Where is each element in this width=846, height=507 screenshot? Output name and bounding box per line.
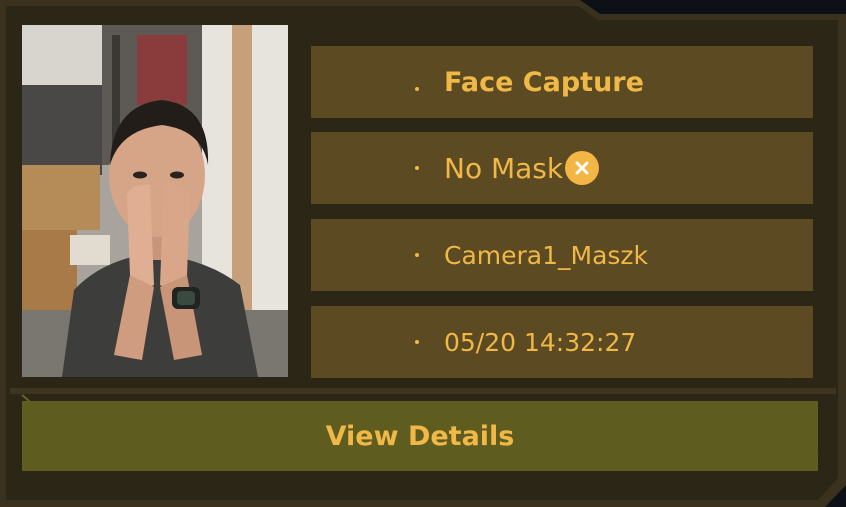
capture-title: Face Capture — [444, 66, 644, 98]
bullet-dot-icon — [415, 253, 419, 257]
capture-title-row: Face Capture — [311, 46, 813, 118]
bullet-dot-icon — [415, 340, 419, 344]
camera-row: Camera1_Maszk — [311, 219, 813, 291]
face-capture-card: Face Capture No Mask Camera1_Maszk 05/20… — [0, 0, 846, 507]
bullet-dot-icon — [415, 87, 419, 91]
view-details-label: View Details — [325, 420, 515, 452]
timestamp-row: 05/20 14:32:27 — [311, 306, 813, 378]
view-details-button[interactable]: View Details — [22, 401, 818, 471]
mask-status: No Mask — [444, 151, 564, 185]
camera-name: Camera1_Maszk — [444, 240, 649, 270]
face-capture-photo — [22, 25, 288, 377]
mask-status-row: No Mask — [311, 132, 813, 204]
close-circle-icon[interactable] — [565, 151, 600, 185]
capture-timestamp: 05/20 14:32:27 — [444, 327, 637, 357]
bullet-dot-icon — [415, 166, 419, 170]
